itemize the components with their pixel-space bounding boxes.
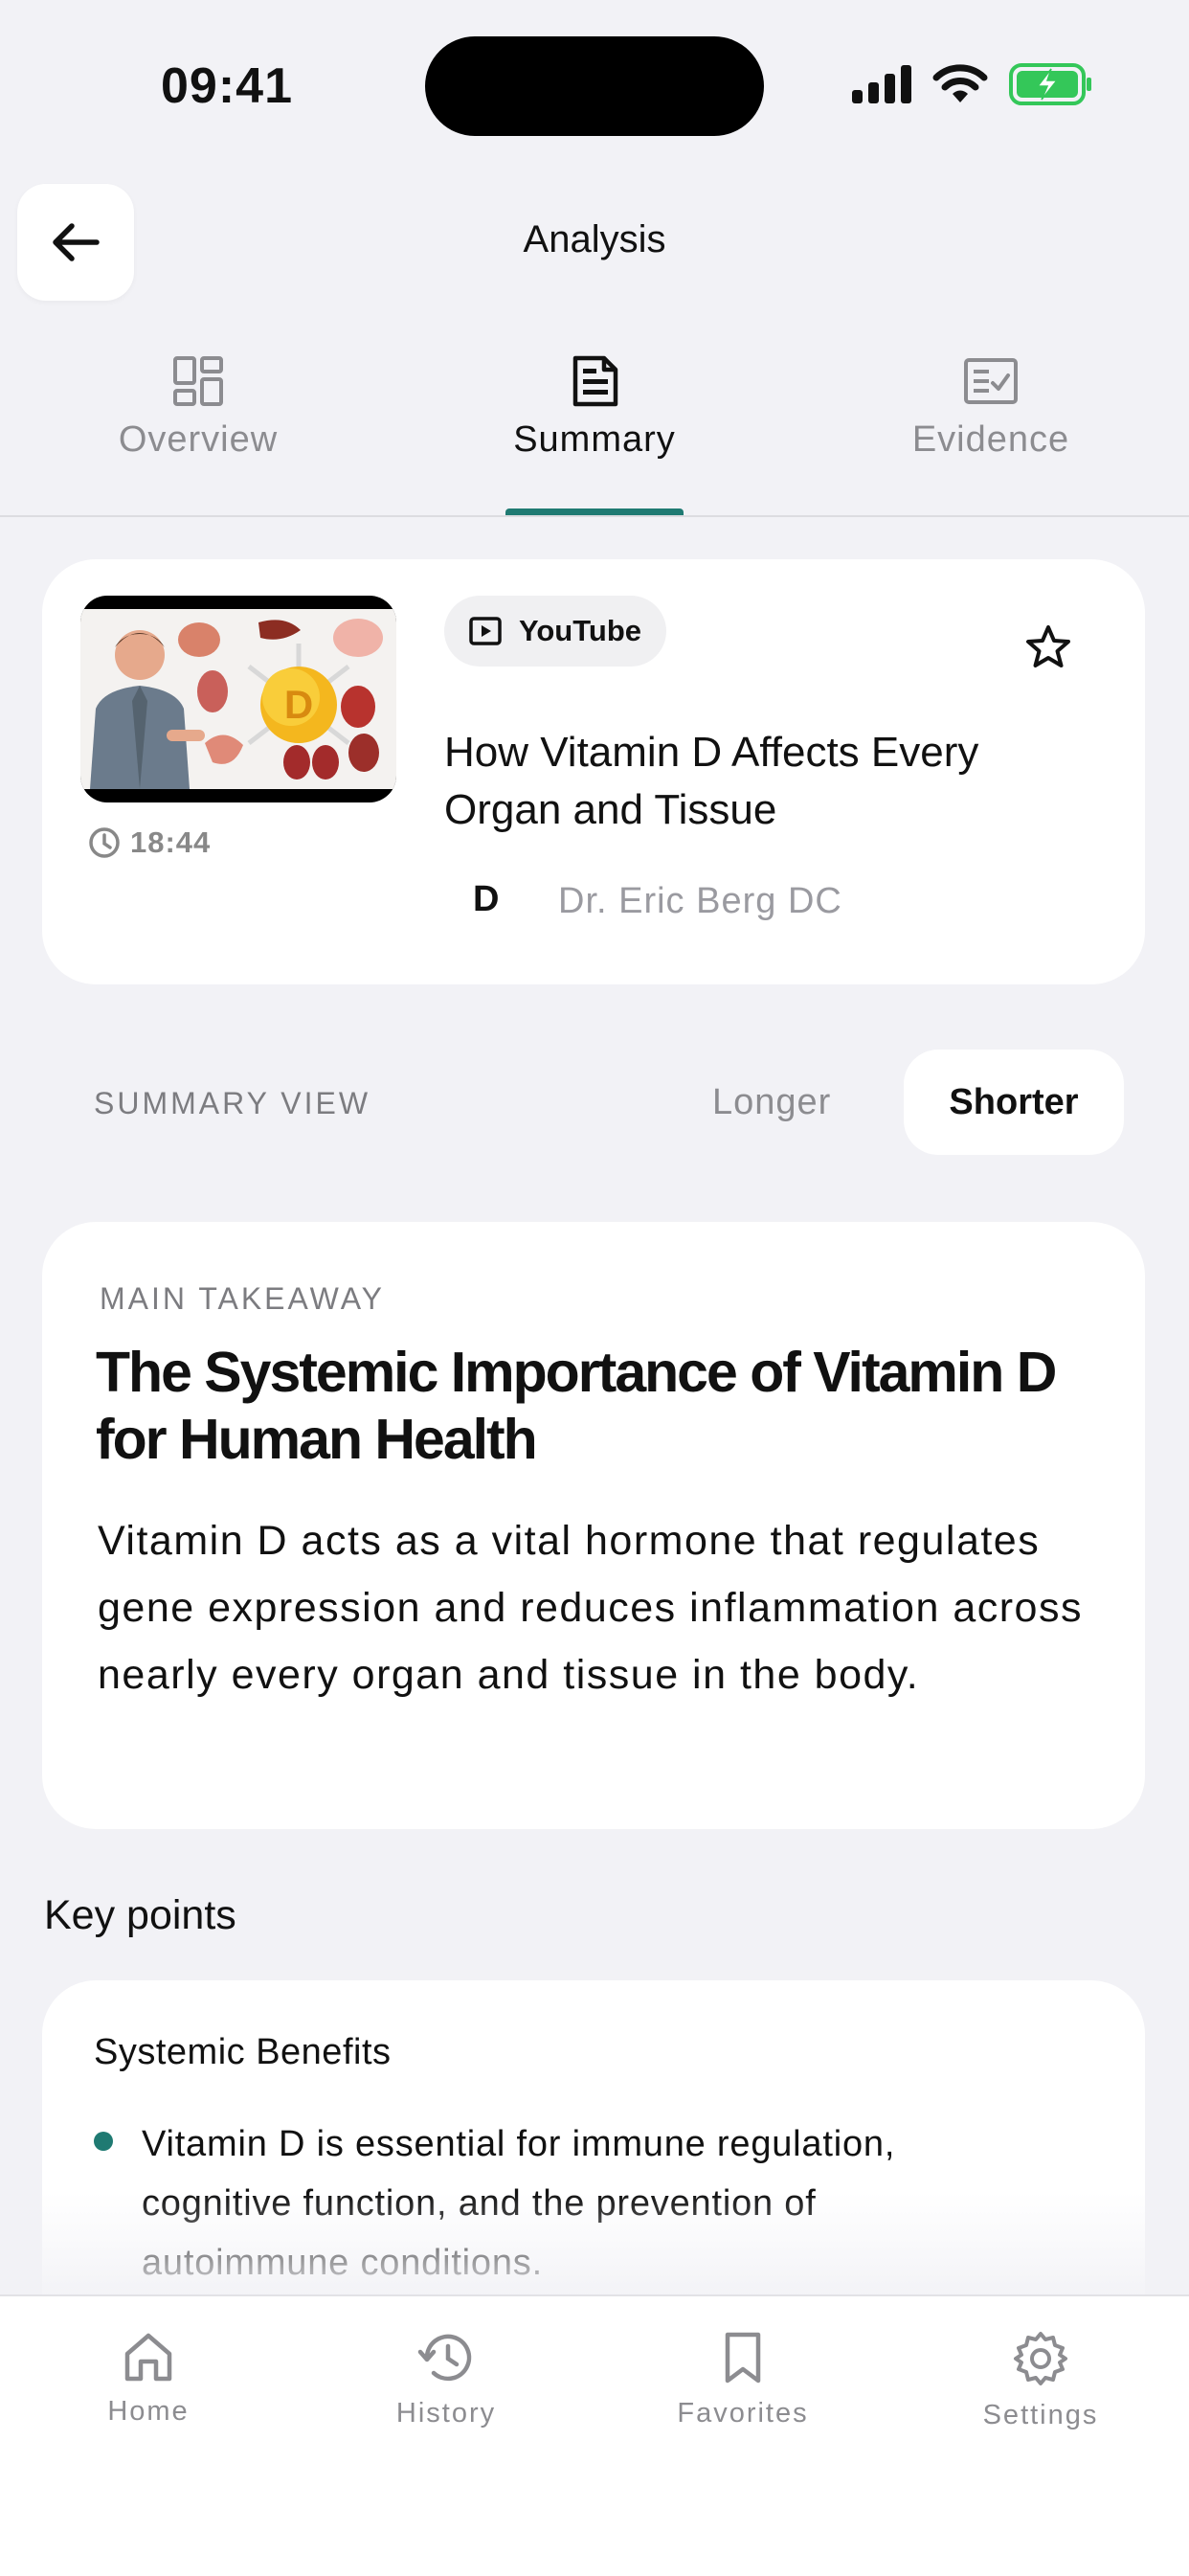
gear-icon [1014, 2332, 1067, 2385]
bottom-tab-bar: Home History Favorites Settings [0, 2294, 1189, 2576]
tab-overview[interactable]: Overview [0, 354, 396, 517]
main-takeaway-body: Vitamin D acts as a vital hormone that r… [98, 1518, 1083, 1698]
tabbar-label: Settings [982, 2400, 1099, 2430]
tab-summary[interactable]: Summary [396, 354, 793, 517]
tab-label: Summary [513, 419, 676, 460]
dynamic-island [425, 36, 764, 136]
status-icons [852, 63, 1093, 105]
scroll-fade [0, 2193, 1189, 2294]
checklist-icon [964, 358, 1018, 404]
divider [0, 515, 1189, 517]
bullet-dot [94, 2132, 113, 2151]
source-label: YouTube [519, 614, 641, 647]
tabbar-history[interactable]: History [350, 2331, 542, 2429]
tabbar-label: Home [107, 2396, 190, 2427]
tabbar-label: History [395, 2398, 497, 2429]
video-title[interactable]: How Vitamin D Affects Every Organ and Ti… [444, 724, 1057, 839]
battery-charging-icon [1009, 63, 1091, 105]
history-icon [417, 2334, 472, 2382]
source-badge: YouTube [444, 596, 666, 667]
home-icon [124, 2333, 172, 2382]
bookmark-icon [725, 2332, 761, 2384]
tabbar-label: Favorites [677, 2398, 809, 2429]
analysis-tabs: Overview Summary Evidence [0, 354, 1189, 517]
main-takeaway-label: MAIN TAKEAWAY [100, 1281, 385, 1316]
channel-avatar: D [473, 879, 500, 919]
thumbnail-image: D [90, 619, 383, 789]
duration-text: 18:44 [130, 825, 212, 859]
cellular-signal-icon [852, 65, 911, 103]
shorter-option[interactable]: Shorter [904, 1050, 1124, 1155]
clock-icon [89, 827, 120, 858]
star-icon [1026, 625, 1070, 667]
channel-name: Dr. Eric Berg DC [558, 881, 842, 921]
tabbar-settings[interactable]: Settings [945, 2331, 1136, 2431]
play-square-icon [469, 617, 502, 645]
dashboard-icon [173, 356, 223, 406]
tab-evidence[interactable]: Evidence [793, 354, 1189, 517]
tab-label: Overview [118, 419, 279, 460]
favorite-button[interactable] [1024, 624, 1072, 675]
wifi-icon [932, 64, 988, 102]
longer-option[interactable]: Longer [712, 1082, 831, 1123]
key-point-section-title: Systemic Benefits [94, 2032, 392, 2072]
video-duration: 18:44 [88, 825, 211, 860]
tabbar-home[interactable]: Home [53, 2331, 244, 2428]
tab-label: Evidence [911, 419, 1070, 460]
document-icon [572, 355, 618, 407]
status-time: 09:41 [161, 58, 293, 114]
key-points-heading: Key points [44, 1892, 236, 1938]
thumbnail-badge-text: D [284, 682, 313, 727]
page-title: Analysis [523, 218, 666, 260]
summary-view-label: SUMMARY VIEW [94, 1086, 371, 1120]
video-thumbnail[interactable]: D [80, 596, 396, 802]
main-takeaway-title: The Systemic Importance of Vitamin D for… [96, 1341, 1057, 1471]
tabbar-favorites[interactable]: Favorites [647, 2331, 839, 2429]
